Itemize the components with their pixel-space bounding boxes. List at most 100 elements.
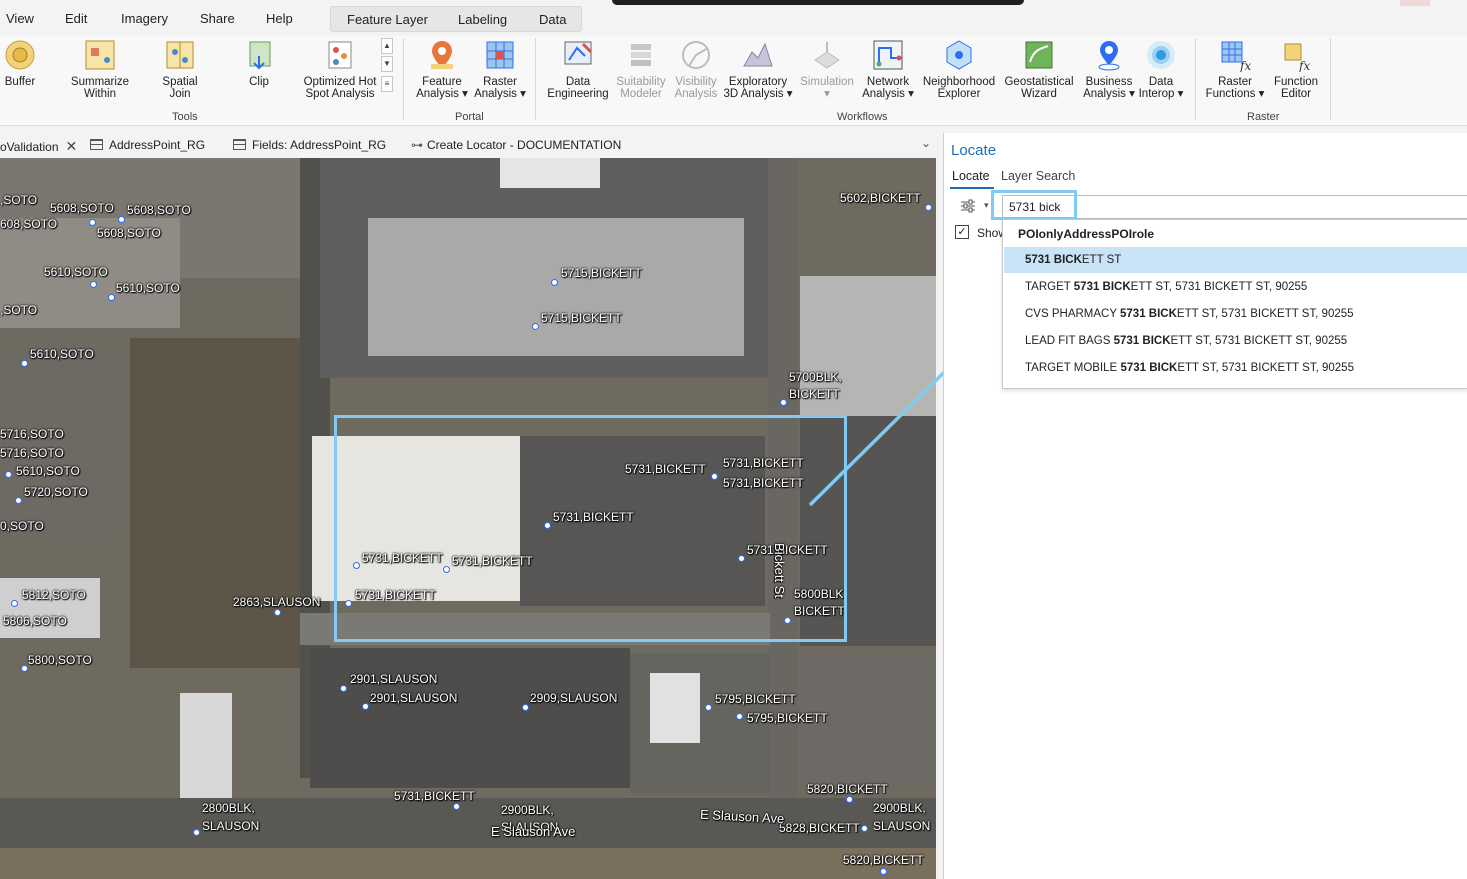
tab-address-point-table[interactable]: AddressPoint_RG <box>90 138 205 152</box>
menu-edit[interactable]: Edit <box>65 11 87 26</box>
address-point[interactable] <box>551 279 558 286</box>
suggestion-dropdown: POIonlyAddressPOIrole 5731 BICKETT ST TA… <box>1002 219 1467 389</box>
suggestion-item[interactable]: LEAD FIT BAGS 5731 BICKETT ST, 5731 BICK… <box>1004 328 1467 354</box>
address-point[interactable] <box>89 219 96 226</box>
tab-validation[interactable]: oValidation ✕ <box>0 138 77 155</box>
group-separator <box>403 38 404 120</box>
address-point[interactable] <box>705 704 712 711</box>
locate-pane: Locate Locate Layer Search ▾ ✓ Show POIo… <box>943 133 1467 879</box>
buffer-icon <box>3 38 37 72</box>
buffer-button[interactable]: Buffer <box>0 36 40 88</box>
group-label-workflows: Workflows <box>837 111 888 123</box>
address-point[interactable] <box>780 399 787 406</box>
address-point[interactable] <box>21 360 28 367</box>
data-engineering-button[interactable]: Data Engineering <box>544 36 612 100</box>
ribbon-scroll-down[interactable]: ▼ <box>381 56 393 72</box>
address-point[interactable] <box>5 471 12 478</box>
address-point[interactable] <box>90 281 97 288</box>
map-label: 5806,SOTO <box>3 614 67 628</box>
neighborhood-explorer-icon <box>942 38 976 72</box>
close-icon[interactable]: ✕ <box>66 138 78 154</box>
menu-view[interactable]: View <box>6 11 34 26</box>
tab-labeling[interactable]: Labeling <box>458 12 507 27</box>
address-point[interactable] <box>274 609 281 616</box>
map-label: 5795,BICKETT <box>715 692 796 706</box>
ribbon-scroll-up[interactable]: ▲ <box>381 38 393 54</box>
parking-area <box>310 648 630 788</box>
suitability-modeler-button[interactable]: Suitability Modeler <box>612 36 670 100</box>
suggestion-item[interactable]: TARGET 5731 BICKETT ST, 5731 BICKETT ST,… <box>1004 274 1467 300</box>
raster-functions-button[interactable]: fx Raster Functions ▾ <box>1204 36 1266 100</box>
locate-options-icon[interactable] <box>960 199 976 213</box>
visibility-analysis-button[interactable]: Visibility Analysis <box>670 36 722 100</box>
visibility-analysis-icon <box>679 38 713 72</box>
map-label: 5720,SOTO <box>24 485 88 499</box>
map-view[interactable]: 5608,SOTO 5608,SOTO 608,SOTO 5608,SOTO ,… <box>0 158 936 879</box>
network-analysis-button[interactable]: Network Analysis ▾ <box>860 36 916 100</box>
tab-feature-layer[interactable]: Feature Layer <box>347 12 428 27</box>
neighborhood-explorer-button[interactable]: Neighborhood Explorer <box>918 36 1000 100</box>
svg-text:fx: fx <box>1298 59 1310 72</box>
map-label: 5828,BICKETT <box>779 821 860 835</box>
menu-imagery[interactable]: Imagery <box>121 11 168 26</box>
data-interop-icon <box>1144 38 1178 72</box>
address-point[interactable] <box>193 829 200 836</box>
address-point[interactable] <box>925 204 932 211</box>
address-point[interactable] <box>340 685 347 692</box>
suggestion-item[interactable]: CVS PHARMACY 5731 BICKETT ST, 5731 BICKE… <box>1004 301 1467 327</box>
map-label: 5716,SOTO <box>0 446 64 460</box>
selection-highlight-box <box>334 415 847 642</box>
warehouse-roof <box>368 218 744 356</box>
menu-help[interactable]: Help <box>266 11 293 26</box>
ribbon-gallery-more[interactable]: ≡ <box>381 76 393 92</box>
suggestion-item[interactable]: TARGET MOBILE 5731 BICKETT ST, 5731 BICK… <box>1004 355 1467 381</box>
address-point[interactable] <box>880 868 887 875</box>
raster-analysis-button[interactable]: Raster Analysis ▾ <box>472 36 528 100</box>
address-point[interactable] <box>362 703 369 710</box>
address-point[interactable] <box>15 497 22 504</box>
function-editor-button[interactable]: fx Function Editor <box>1268 36 1324 100</box>
window-close-button[interactable] <box>1400 0 1430 6</box>
clip-icon <box>242 38 276 72</box>
summarize-within-button[interactable]: Summarize Within <box>68 36 132 100</box>
menu-share[interactable]: Share <box>200 11 235 26</box>
raster-analysis-icon <box>483 38 517 72</box>
simulation-icon <box>810 38 844 72</box>
active-tab-indicator <box>950 187 994 189</box>
tab-fields-address-point[interactable]: Fields: AddressPoint_RG <box>233 138 386 152</box>
map-label: ,SOTO <box>0 193 38 207</box>
chevron-down-icon[interactable]: ▾ <box>984 200 989 211</box>
address-point[interactable] <box>736 713 743 720</box>
tab-layer-search[interactable]: Layer Search <box>1001 169 1075 183</box>
suggestion-item[interactable]: 5731 BICKETT ST <box>1004 247 1467 273</box>
building <box>0 348 120 538</box>
geostatistical-wizard-button[interactable]: Geostatistical Wizard <box>1002 36 1076 100</box>
address-point[interactable] <box>118 216 125 223</box>
address-point[interactable] <box>861 825 868 832</box>
tab-data[interactable]: Data <box>539 12 566 27</box>
clip-button[interactable]: Clip <box>236 36 282 88</box>
spatial-join-button[interactable]: Spatial Join <box>150 36 210 100</box>
document-tabs: oValidation ✕ AddressPoint_RG Fields: Add… <box>0 133 936 157</box>
address-point[interactable] <box>21 665 28 672</box>
street-label: E Slauson Ave <box>491 824 576 839</box>
address-point[interactable] <box>846 796 853 803</box>
address-point[interactable] <box>453 803 460 810</box>
address-point[interactable] <box>532 323 539 330</box>
business-analysis-button[interactable]: Business Analysis ▾ <box>1078 36 1140 100</box>
feature-analysis-button[interactable]: Feature Analysis ▾ <box>412 36 472 100</box>
pane-title: Locate <box>951 142 997 159</box>
address-point[interactable] <box>11 600 18 607</box>
function-editor-icon: fx <box>1279 38 1313 73</box>
optimized-hot-spot-button[interactable]: Optimized Hot Spot Analysis <box>300 36 380 100</box>
tab-locate[interactable]: Locate <box>952 169 990 183</box>
show-checkbox[interactable]: ✓ <box>955 225 969 239</box>
simulation-button[interactable]: Simulation ▾ <box>796 36 858 100</box>
tab-create-locator[interactable]: ⊶ Create Locator - DOCUMENTATION <box>411 138 621 152</box>
exploratory-3d-button[interactable]: Exploratory 3D Analysis ▾ <box>722 36 794 100</box>
data-interop-button[interactable]: Data Interop ▾ <box>1136 36 1186 100</box>
chevron-down-icon[interactable]: ⌄ <box>921 136 931 150</box>
window-titlebar <box>612 0 1024 5</box>
address-point[interactable] <box>522 704 529 711</box>
address-point[interactable] <box>108 294 115 301</box>
